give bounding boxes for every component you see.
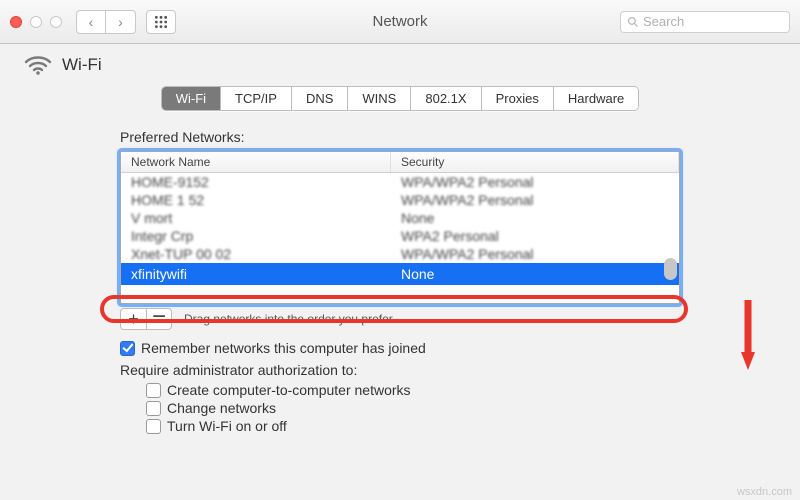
table-row[interactable]: Integr CrpWPA2 Personal	[121, 227, 679, 245]
table-row[interactable]: V mortNone	[121, 209, 679, 227]
search-icon	[627, 16, 639, 28]
forward-button[interactable]: ›	[106, 10, 136, 34]
window-controls[interactable]	[10, 16, 62, 28]
close-icon[interactable]	[10, 16, 22, 28]
zoom-icon[interactable]	[50, 16, 62, 28]
tab-tcpip[interactable]: TCP/IP	[221, 87, 292, 110]
tab-proxies[interactable]: Proxies	[482, 87, 554, 110]
add-network-button[interactable]: +	[120, 308, 146, 330]
admin-opt-toggle-wifi[interactable]: Turn Wi-Fi on or off	[146, 418, 680, 434]
remember-networks-row[interactable]: Remember networks this computer has join…	[120, 340, 680, 356]
watermark: wsxdn.com	[737, 486, 792, 498]
column-security[interactable]: Security	[391, 152, 679, 172]
table-row[interactable]: HOME-9152WPA/WPA2 Personal	[121, 173, 679, 191]
page-title: Wi-Fi	[62, 55, 102, 75]
back-button[interactable]: ‹	[76, 10, 106, 34]
require-admin-label: Require administrator authorization to:	[120, 362, 680, 378]
tab-wins[interactable]: WINS	[348, 87, 411, 110]
drag-hint: Drag networks into the order you prefer.	[184, 312, 395, 326]
scrollbar[interactable]	[664, 258, 677, 280]
table-row[interactable]: Xnet-TUP 00 02WPA/WPA2 Personal	[121, 245, 679, 263]
admin-opt-create-adhoc[interactable]: Create computer-to-computer networks	[146, 382, 680, 398]
tab-bar: Wi-Fi TCP/IP DNS WINS 802.1X Proxies Har…	[161, 86, 640, 111]
checkbox[interactable]	[146, 401, 161, 416]
remember-networks-label: Remember networks this computer has join…	[141, 340, 426, 356]
admin-options: Create computer-to-computer networks Cha…	[120, 382, 680, 434]
admin-opt-change-networks[interactable]: Change networks	[146, 400, 680, 416]
search-placeholder: Search	[643, 14, 684, 29]
window-toolbar: ‹ › Network Search	[0, 0, 800, 44]
table-row[interactable]: HOME 1 52WPA/WPA2 Personal	[121, 191, 679, 209]
content-area: Preferred Networks: Network Name Securit…	[0, 111, 800, 434]
remove-network-button[interactable]: −	[146, 308, 172, 330]
table-header: Network Name Security	[121, 152, 679, 173]
column-network-name[interactable]: Network Name	[121, 152, 391, 172]
table-buttons: + − Drag networks into the order you pre…	[120, 308, 680, 330]
table-row-selected[interactable]: xfinitywifiNone	[121, 263, 679, 285]
tab-8021x[interactable]: 802.1X	[411, 87, 481, 110]
pane-header: Wi-Fi	[0, 44, 800, 80]
show-all-button[interactable]	[146, 10, 176, 34]
preferred-networks-table[interactable]: Network Name Security HOME-9152WPA/WPA2 …	[120, 151, 680, 304]
wifi-icon	[24, 54, 52, 76]
remember-networks-checkbox[interactable]	[120, 341, 135, 356]
minimize-icon[interactable]	[30, 16, 42, 28]
search-input[interactable]: Search	[620, 11, 790, 33]
checkbox[interactable]	[146, 383, 161, 398]
tab-dns[interactable]: DNS	[292, 87, 348, 110]
tab-hardware[interactable]: Hardware	[554, 87, 638, 110]
tab-wifi[interactable]: Wi-Fi	[162, 87, 221, 110]
checkbox[interactable]	[146, 419, 161, 434]
table-body[interactable]: HOME-9152WPA/WPA2 Personal HOME 1 52WPA/…	[121, 173, 679, 303]
preferred-networks-label: Preferred Networks:	[120, 129, 680, 145]
